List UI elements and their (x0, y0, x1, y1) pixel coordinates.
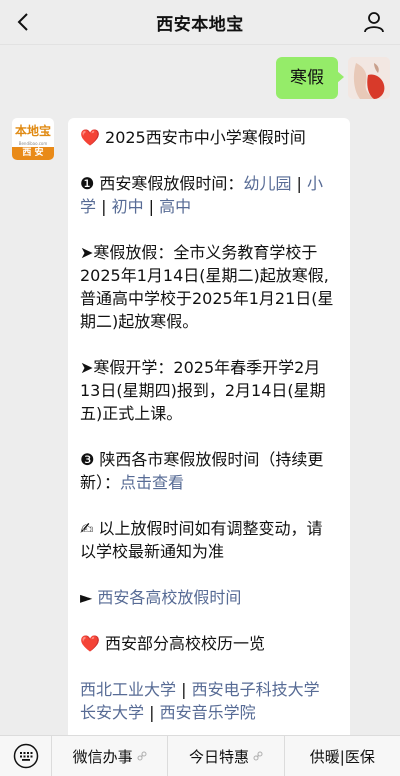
chevron-left-icon (17, 13, 28, 31)
message-line-title: ❤️ 2025西安市中小学寒假时间 (80, 126, 338, 149)
avatar-image (348, 57, 390, 99)
holiday-start-text: ➤寒假放假：全市义务教育学校于2025年1月14日(星期二)起放寒假, (80, 243, 329, 285)
keyboard-toggle-button[interactable] (0, 736, 52, 776)
user-icon (364, 12, 384, 33)
link-chd[interactable]: 长安大学 (80, 703, 144, 722)
menu-label: 供暖|医保 (309, 747, 375, 766)
heart-icon: ❤️ (80, 634, 100, 653)
chat-header: 西安本地宝 (0, 0, 400, 45)
link-nwpu[interactable]: 西北工业大学 (80, 680, 176, 699)
logo-url: Bendibao.com (18, 141, 48, 146)
link-xidian[interactable]: 西安电子科技大学 (192, 680, 320, 699)
menu-wechat-services[interactable]: 微信办事 (52, 736, 169, 776)
calendars-text: 西安部分高校校历一览 (99, 634, 266, 653)
heart-icon: ❤️ (80, 128, 100, 147)
my-avatar[interactable] (348, 57, 390, 99)
message-line-universities: ► 西安各高校放假时间 (80, 586, 338, 609)
message-line-school-start: ➤寒假开学：2025年春季开学2月13日(星期四)报到，2月14日(星期五)正式… (80, 356, 338, 425)
incoming-bubble: ❤️ 2025西安市中小学寒假时间 ❶ 西安寒假放假时间：幼儿园 | 小学 | … (68, 118, 350, 758)
account-avatar[interactable]: 本地宝 Bendibao.com 西 安 (12, 118, 54, 160)
link-xacm[interactable]: 西安音乐学院 (160, 703, 256, 722)
outgoing-message: 寒假 (276, 57, 390, 99)
writing-hand-icon: ✍ (80, 519, 94, 538)
link-senior-high[interactable]: 高中 (159, 197, 191, 216)
link-university-holidays[interactable]: 西安各高校放假时间 (92, 588, 241, 607)
menu-label: 今日特惠 (188, 747, 249, 766)
note-text: 以上放假时间如有调整变动，请以学校最新通知为准 (80, 519, 323, 561)
title-text: 2025西安市中小学寒假时间 (99, 128, 306, 147)
separator: | (143, 197, 160, 216)
link-kindergarten[interactable]: 幼儿园 (243, 174, 291, 193)
separator: | (176, 680, 192, 699)
chat-title: 西安本地宝 (156, 14, 244, 35)
school-start-text: ➤寒假开学：2025年春季开学2月13日(星期四)报到，2月14日(星期五)正式… (80, 358, 326, 423)
menu-heating-insurance[interactable]: 供暖|医保 (285, 736, 400, 776)
message-line-holiday-start: ➤寒假放假：全市义务教育学校于2025年1月14日(星期二)起放寒假, 普通高中… (80, 241, 338, 333)
menu-label: 微信办事 (72, 747, 133, 766)
logo-city: 西 安 (12, 147, 54, 160)
number-one-icon: ❶ (80, 174, 95, 193)
link-junior-high[interactable]: 初中 (112, 197, 144, 216)
message-line-shaanxi: ❸ 陕西各市寒假放假时间（持续更新）：点击查看 (80, 448, 338, 494)
keyboard-icon (13, 743, 38, 769)
message-line-xian: ❶ 西安寒假放假时间：幼儿园 | 小学 | 初中 | 高中 (80, 172, 338, 218)
message-line-calendars: ❤️ 西安部分高校校历一览 (80, 632, 338, 655)
number-three-icon: ❸ (80, 450, 95, 469)
bottom-menu-bar: 微信办事 今日特惠 供暖|医保 (0, 735, 400, 776)
back-button[interactable] (8, 6, 40, 38)
message-line-note: ✍ 以上放假时间如有调整变动，请以学校最新通知为准 (80, 517, 338, 563)
menu-today-deals[interactable]: 今日特惠 (168, 736, 285, 776)
separator: | (291, 174, 308, 193)
separator: | (96, 197, 112, 216)
message-line-university-links: 西北工业大学 | 西安电子科技大学 长安大学 | 西安音乐学院 (80, 678, 338, 724)
holiday-start-text-2: 普通高中学校于2025年1月21日(星期二)起放寒假。 (80, 289, 334, 331)
xian-holiday-text: 西安寒假放假时间： (94, 174, 244, 193)
mini-program-icon (253, 751, 263, 761)
separator: | (144, 703, 160, 722)
shaanxi-text: 陕西各市寒假放假时间（持续更新）： (80, 450, 324, 492)
mini-program-icon (137, 751, 147, 761)
logo-text: 本地宝 (14, 124, 51, 138)
play-arrow-icon: ► (80, 588, 93, 607)
outgoing-bubble[interactable]: 寒假 (276, 57, 344, 99)
profile-button[interactable] (360, 8, 388, 36)
link-click-view[interactable]: 点击查看 (120, 473, 184, 492)
